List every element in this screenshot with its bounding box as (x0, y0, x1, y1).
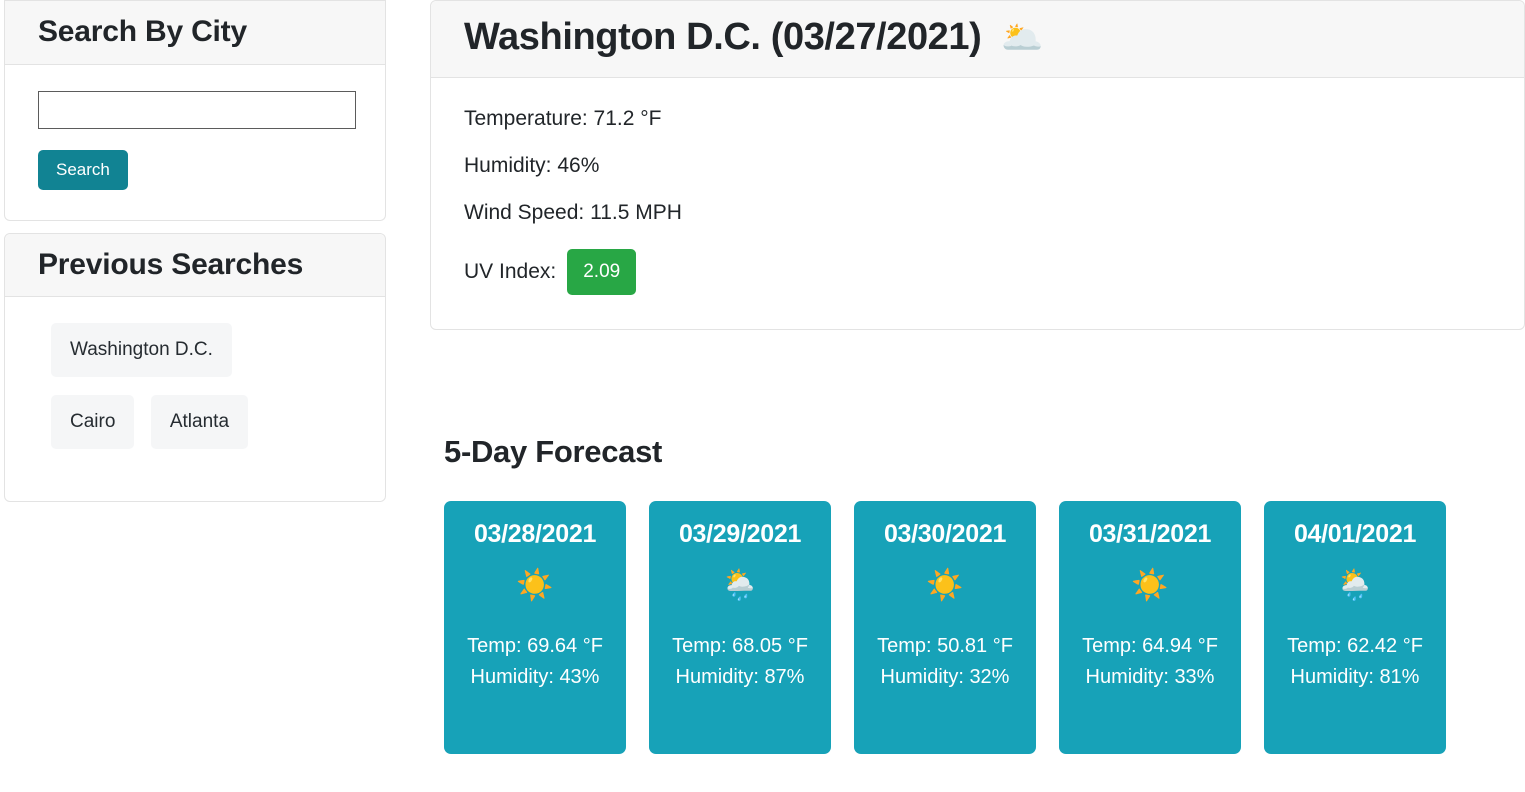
weather-dashboard: Search By City Search Previous Searches … (0, 0, 1525, 792)
page-title: Washington D.C. (03/27/2021) (464, 16, 982, 58)
forecast-card-row: 03/28/2021 ☀️ Temp: 69.64 °F Humidity: 4… (444, 501, 1504, 755)
forecast-date: 04/01/2021 (1293, 520, 1417, 549)
search-panel-body: Search (5, 65, 385, 220)
forecast-card: 03/28/2021 ☀️ Temp: 69.64 °F Humidity: 4… (444, 501, 626, 755)
sun-icon: ☀️ (516, 568, 554, 602)
city-search-input[interactable] (38, 90, 356, 129)
forecast-card: 03/30/2021 ☀️ Temp: 50.81 °F Humidity: 3… (854, 501, 1036, 755)
forecast-temp: Temp: 62.42 °F (1287, 634, 1423, 657)
temperature-row: Temperature: 71.2 °F (464, 106, 662, 130)
forecast-temp: Temp: 64.94 °F (1082, 634, 1218, 657)
forecast-humidity: Humidity: 81% (1290, 665, 1420, 688)
previous-searches-panel: Previous Searches Washington D.C. Cairo … (4, 232, 386, 502)
forecast-temp: Temp: 69.64 °F (467, 634, 603, 657)
forecast-date: 03/30/2021 (883, 520, 1007, 549)
uv-index-badge: 2.09 (567, 248, 637, 295)
previous-search-item[interactable]: Washington D.C. (51, 323, 232, 377)
forecast-date: 03/29/2021 (678, 520, 802, 549)
sun-icon: ☀️ (1131, 568, 1169, 602)
forecast-humidity: Humidity: 43% (470, 665, 600, 688)
forecast-card: 04/01/2021 🌦️ Temp: 62.42 °F Humidity: 8… (1264, 501, 1446, 755)
forecast-date: 03/31/2021 (1088, 520, 1212, 549)
uv-index-label: UV Index: (464, 260, 557, 284)
previous-searches-header: Previous Searches (5, 233, 385, 297)
sun-behind-rain-cloud-icon: 🌦️ (721, 568, 759, 602)
search-button[interactable]: Search (38, 149, 128, 190)
search-panel-header: Search By City (5, 0, 385, 65)
main-content: Washington D.C. (03/27/2021) 🌥️ Temperat… (430, 0, 1525, 330)
previous-searches-title: Previous Searches (38, 247, 304, 281)
search-panel-title: Search By City (38, 15, 247, 48)
forecast-humidity: Humidity: 32% (880, 665, 1010, 688)
search-by-city-panel: Search By City Search (4, 0, 386, 221)
wind-speed-row: Wind Speed: 11.5 MPH (464, 200, 682, 224)
current-weather-details: Temperature: 71.2 °F Humidity: 46% Wind … (431, 78, 1524, 329)
sun-icon: ☀️ (926, 568, 964, 602)
forecast-humidity: Humidity: 33% (1085, 665, 1215, 688)
forecast-card: 03/31/2021 ☀️ Temp: 64.94 °F Humidity: 3… (1059, 501, 1241, 755)
current-weather-header: Washington D.C. (03/27/2021) 🌥️ (431, 1, 1524, 78)
forecast-date: 03/28/2021 (473, 520, 597, 549)
forecast-temp: Temp: 68.05 °F (672, 634, 808, 657)
uv-index-row: UV Index: 2.09 (464, 248, 1491, 295)
current-weather-card: Washington D.C. (03/27/2021) 🌥️ Temperat… (430, 0, 1525, 330)
humidity-row: Humidity: 46% (464, 153, 600, 177)
sidebar: Search By City Search Previous Searches … (4, 0, 386, 502)
forecast-temp: Temp: 50.81 °F (877, 634, 1013, 657)
broken-clouds-icon: 🌥️ (1001, 18, 1044, 57)
forecast-humidity: Humidity: 87% (675, 665, 805, 688)
previous-search-item[interactable]: Atlanta (150, 395, 249, 449)
sun-behind-rain-cloud-icon: 🌦️ (1336, 568, 1374, 602)
forecast-card: 03/29/2021 🌦️ Temp: 68.05 °F Humidity: 8… (649, 501, 831, 755)
previous-search-item[interactable]: Cairo (51, 395, 135, 449)
forecast-heading: 5-Day Forecast (444, 434, 663, 469)
forecast-section: 5-Day Forecast 03/28/2021 ☀️ Temp: 69.64… (444, 434, 1504, 755)
previous-searches-list: Washington D.C. Cairo Atlanta (5, 297, 385, 501)
